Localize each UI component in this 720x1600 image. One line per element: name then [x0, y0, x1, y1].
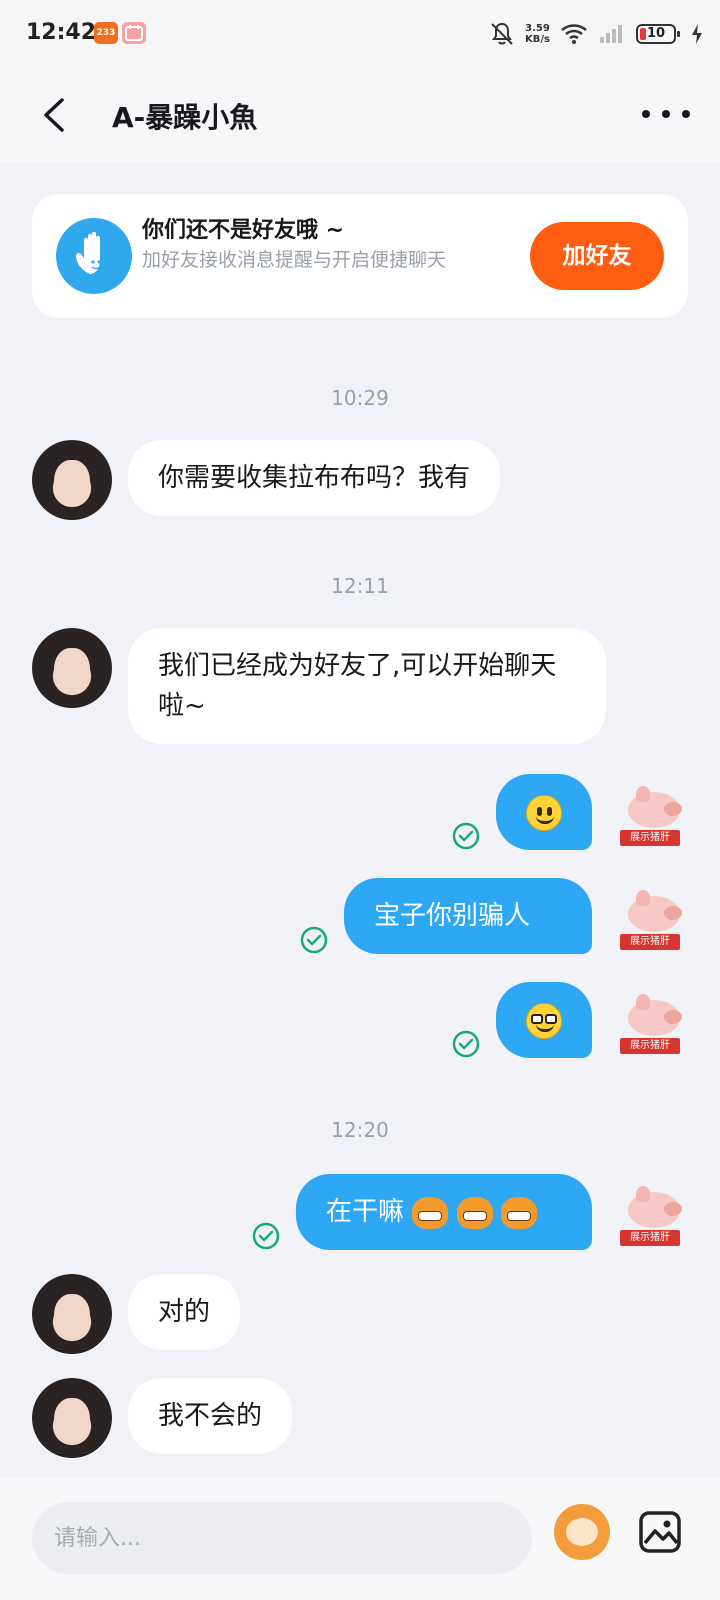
more-options-button[interactable]: [642, 96, 690, 132]
read-check-icon: [252, 1222, 280, 1250]
message-timestamp: 12:11: [331, 574, 389, 598]
status-icons: 3.59 KB/s 10: [489, 18, 704, 50]
more-dot-icon: [662, 110, 670, 118]
banner-description: 加好友接收消息提醒与开启便捷聊天: [142, 249, 447, 271]
more-dot-icon: [642, 110, 650, 118]
status-time: 12:42: [26, 20, 97, 45]
chat-title: A-暴躁小魚: [112, 101, 258, 134]
message-timestamp: 12:20: [331, 1118, 389, 1142]
charging-bolt-icon: [692, 24, 702, 44]
message-bubble-incoming[interactable]: 我们已经成为好友了,可以开始聊天啦~: [128, 628, 606, 744]
battery-indicator: 10: [636, 24, 680, 44]
message-bubble-outgoing[interactable]: [496, 774, 592, 850]
message-timestamp: 10:29: [331, 386, 389, 410]
wave-hand-icon: [56, 218, 132, 294]
chat-header: A-暴躁小魚: [0, 68, 720, 162]
grin-emote-icon: [500, 1196, 537, 1229]
input-bar: [0, 1478, 720, 1600]
signal-icon: [600, 25, 622, 43]
back-button[interactable]: [36, 92, 76, 138]
status-bar: 12:42 233 3.59 KB/s 10: [0, 0, 720, 68]
contact-avatar[interactable]: [32, 628, 112, 708]
image-icon: [639, 1511, 681, 1553]
read-check-icon: [300, 926, 328, 954]
calendar-notification-icon: [122, 22, 146, 44]
contact-avatar[interactable]: [32, 1274, 112, 1354]
message-text: 在干嘛: [326, 1197, 405, 1227]
add-friend-button[interactable]: 加好友: [530, 222, 664, 290]
grin-emote-icon: [456, 1196, 493, 1229]
message-bubble-incoming[interactable]: 对的: [128, 1274, 241, 1350]
user-avatar[interactable]: 展示猪肝: [618, 884, 688, 954]
image-button[interactable]: [636, 1508, 684, 1556]
message-bubble-incoming[interactable]: 你需要收集拉布布吗？我有: [128, 440, 501, 516]
grin-emote-icon: [412, 1196, 449, 1229]
message-input[interactable]: [32, 1502, 532, 1574]
smile-emoji-icon: [526, 794, 562, 831]
network-speed: 3.59 KB/s: [525, 23, 550, 45]
emoji-button[interactable]: [554, 1504, 610, 1560]
user-avatar[interactable]: 展示猪肝: [618, 1180, 688, 1250]
message-bubble-outgoing[interactable]: [496, 982, 592, 1058]
nerd-emoji-icon: [526, 1002, 562, 1039]
banner-title: 你们还不是好友哦 ~: [142, 218, 345, 243]
message-bubble-outgoing[interactable]: 宝子你别骗人: [344, 878, 592, 954]
chevron-left-icon: [44, 98, 64, 132]
wifi-icon: [561, 24, 587, 44]
read-check-icon: [452, 1030, 480, 1058]
contact-avatar[interactable]: [32, 440, 112, 520]
mute-bell-icon: [491, 22, 513, 45]
app-notification-badge: 233: [94, 22, 118, 44]
user-avatar[interactable]: 展示猪肝: [618, 780, 688, 850]
user-avatar[interactable]: 展示猪肝: [618, 988, 688, 1058]
read-check-icon: [452, 822, 480, 850]
contact-avatar[interactable]: [32, 1378, 112, 1458]
more-dot-icon: [682, 110, 690, 118]
message-bubble-incoming[interactable]: 我不会的: [128, 1378, 293, 1454]
message-bubble-outgoing[interactable]: 在干嘛: [296, 1174, 592, 1250]
add-friend-banner: 你们还不是好友哦 ~ 加好友接收消息提醒与开启便捷聊天 加好友: [32, 194, 688, 318]
emoji-face-icon: [566, 1518, 598, 1546]
